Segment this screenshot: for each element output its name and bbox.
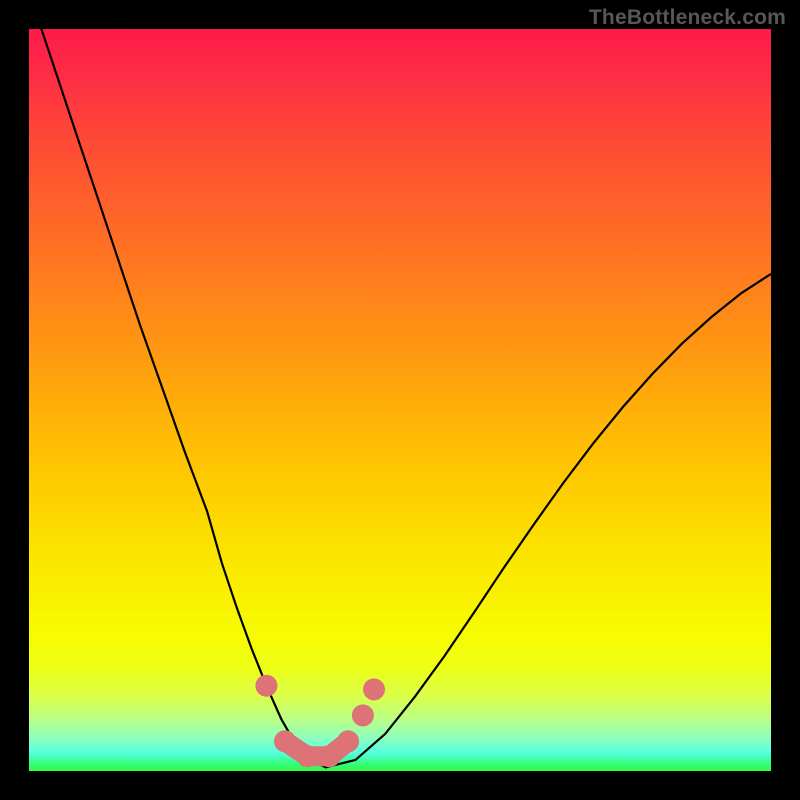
marker-point xyxy=(255,675,277,697)
marker-point xyxy=(319,745,341,767)
watermark-text: TheBottleneck.com xyxy=(589,6,786,30)
chart-container: TheBottleneck.com xyxy=(0,0,800,800)
marker-point xyxy=(352,704,374,726)
curve-svg xyxy=(29,29,771,771)
marker-point xyxy=(274,730,296,752)
bottleneck-curve xyxy=(29,29,771,767)
plot-area xyxy=(29,29,771,771)
marker-point xyxy=(337,730,359,752)
marker-group xyxy=(255,675,385,768)
marker-point xyxy=(296,745,318,767)
marker-point xyxy=(363,678,385,700)
